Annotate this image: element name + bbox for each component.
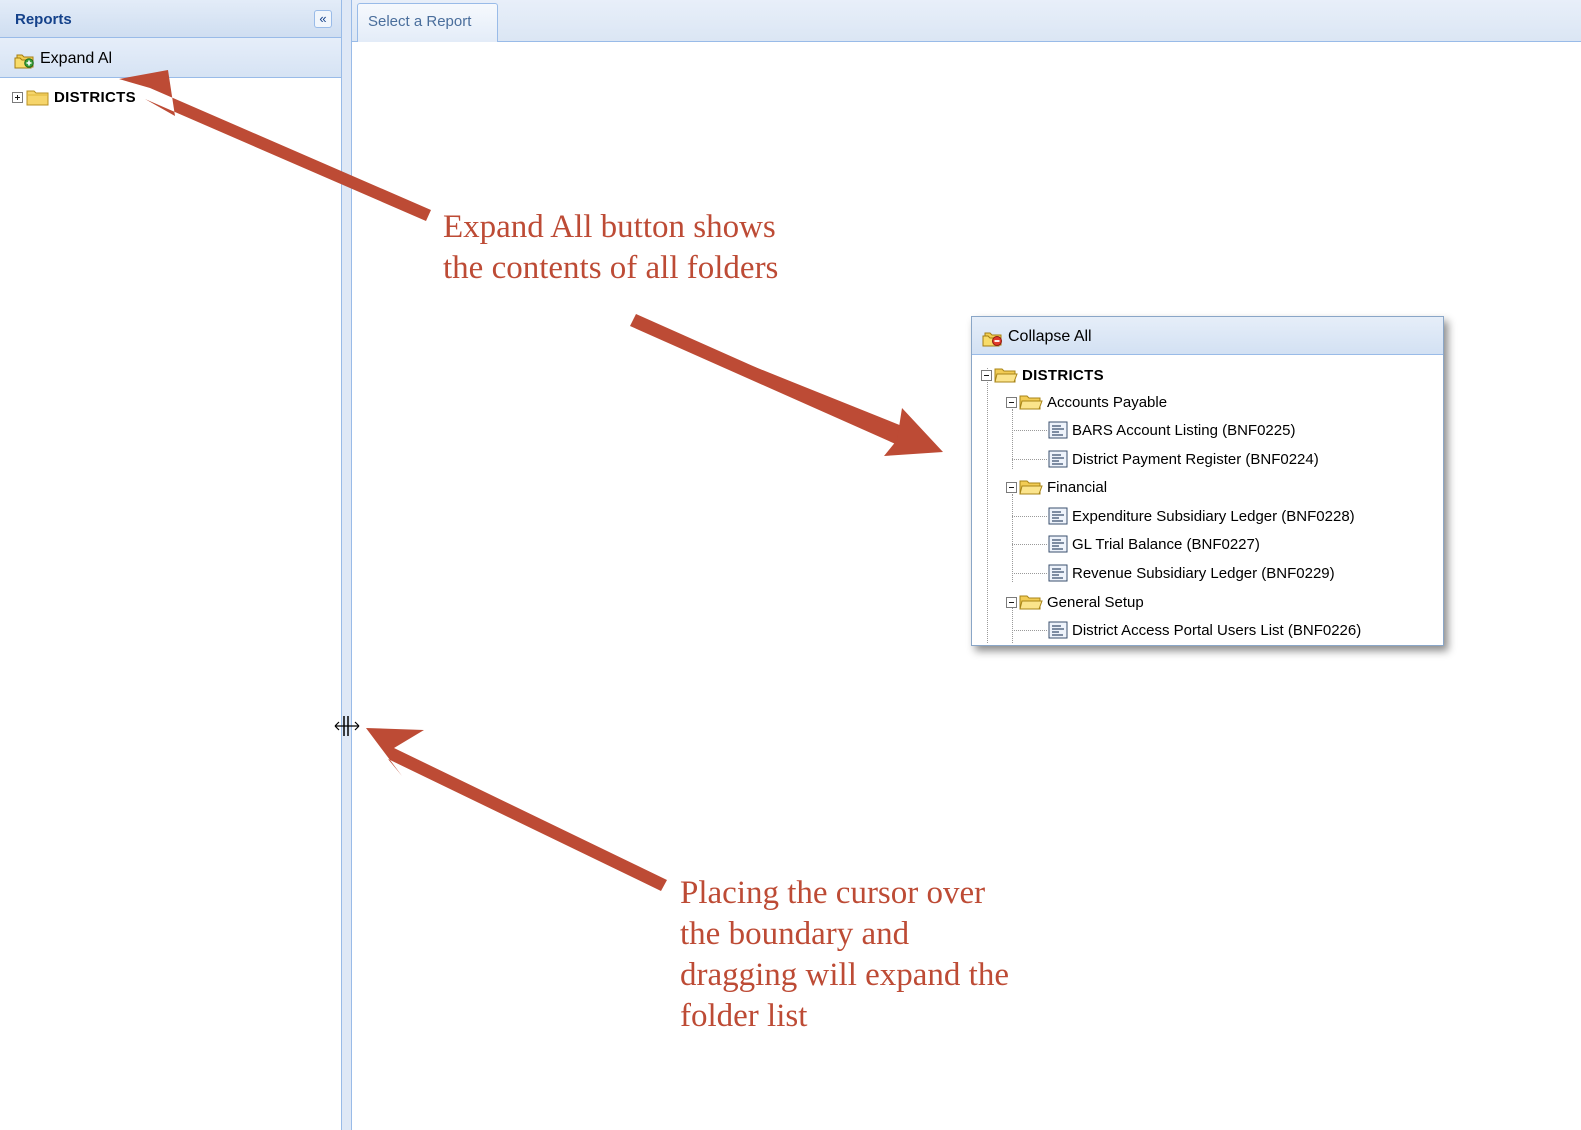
annotation-line: the boundary and <box>680 916 910 952</box>
arrow-to-inset <box>630 314 906 446</box>
annotation-line: Placing the cursor over <box>680 875 986 911</box>
boundary-annotation: Placing the cursor over the boundary and… <box>680 873 1009 1037</box>
arrow-to-expand-all <box>119 70 431 221</box>
annotation-line: Expand All button shows <box>443 209 776 245</box>
expand-all-annotation: Expand All button shows the contents of … <box>443 207 778 289</box>
arrow-to-boundary <box>366 728 667 891</box>
annotation-line: folder list <box>680 998 808 1034</box>
resize-cursor-icon <box>334 716 360 736</box>
annotation-line: the contents of all folders <box>443 250 779 286</box>
annotation-line: dragging will expand the <box>680 957 1010 993</box>
